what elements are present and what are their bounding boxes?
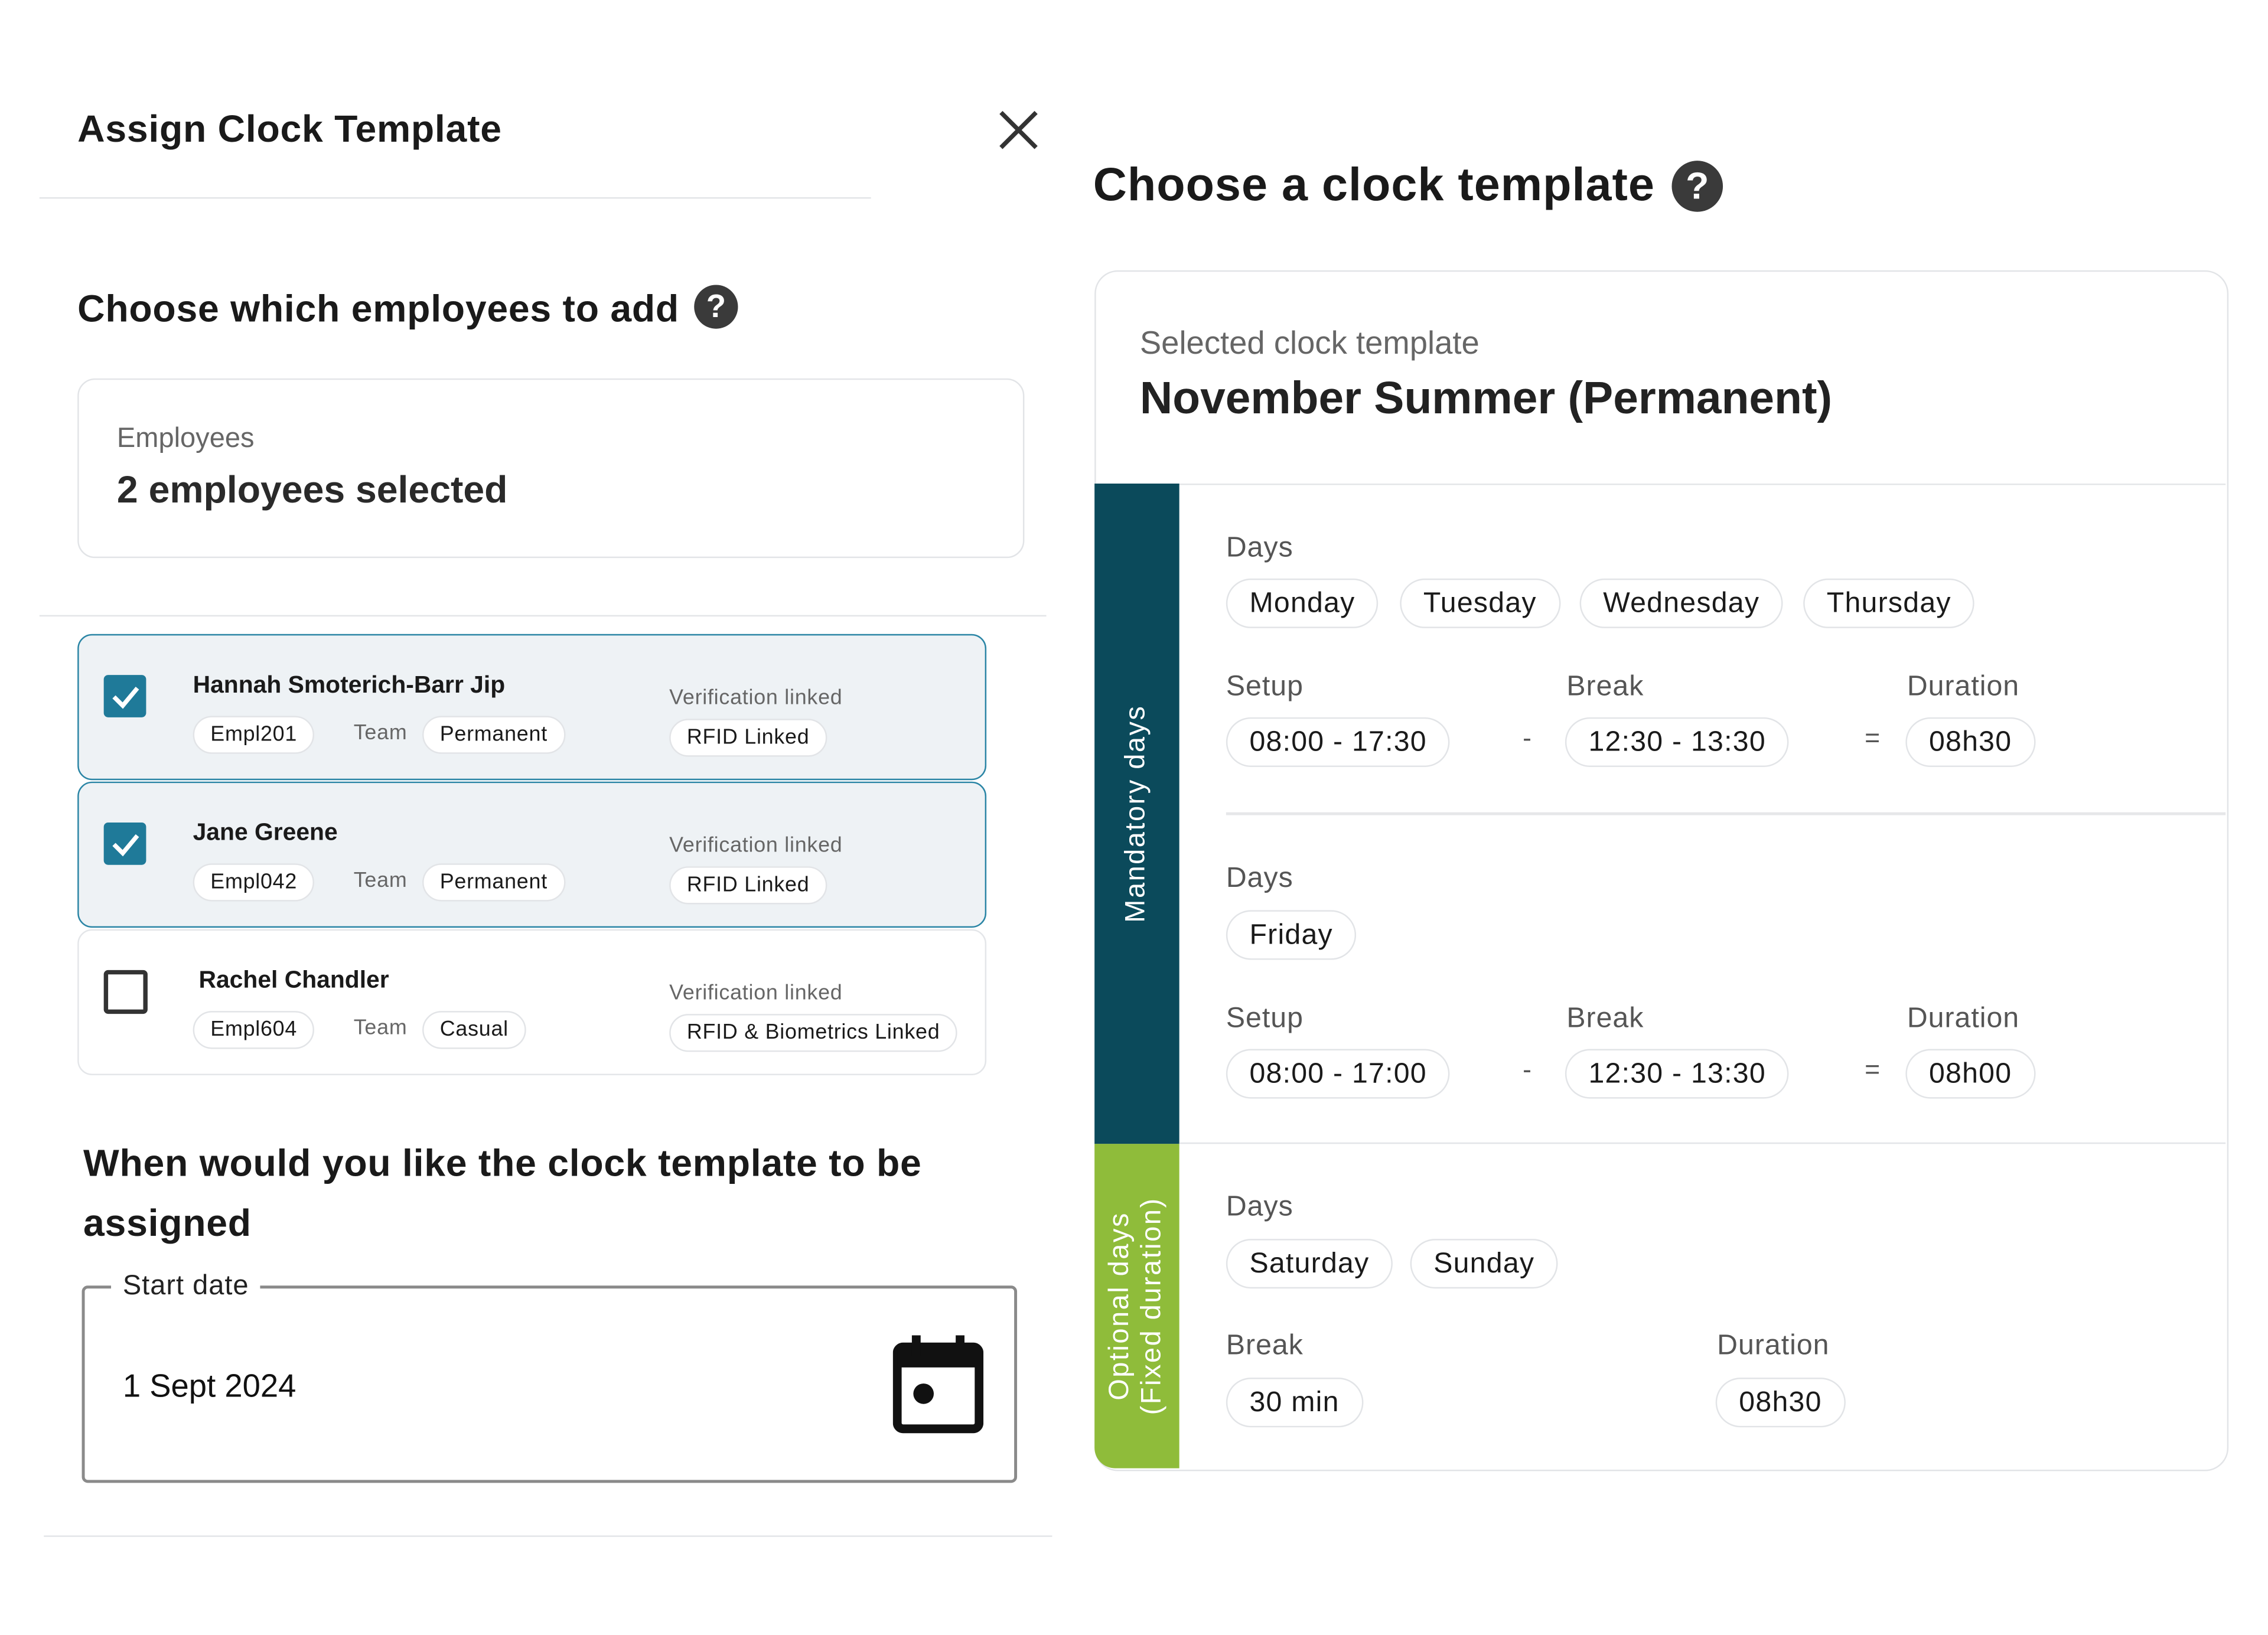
setup-label: Setup: [1226, 670, 1304, 703]
equals-sign: =: [1865, 1055, 1881, 1084]
employees-heading: Choose which employees to add: [77, 286, 679, 331]
employee-id-chip: Empl604: [193, 1011, 315, 1049]
divider: [39, 197, 871, 199]
employee-id-chip: Empl042: [193, 863, 315, 902]
employee-card[interactable]: Rachel Chandler Empl604 Team Casual Veri…: [77, 929, 987, 1076]
break-value: 12:30 - 13:30: [1565, 717, 1790, 767]
checkbox-checked[interactable]: [103, 675, 146, 717]
start-date-label: Start date: [111, 1271, 261, 1303]
employees-field-label: Employees: [116, 423, 255, 455]
team-chip: Casual: [422, 1011, 526, 1049]
start-date-value: 1 Sept 2024: [122, 1367, 296, 1404]
verification-label: Verification linked: [669, 686, 843, 710]
team-chip: Permanent: [422, 716, 565, 754]
duration-value: 08h00: [1905, 1049, 2035, 1099]
team-label: Team: [353, 869, 408, 893]
days-label: Days: [1226, 1190, 1293, 1223]
checkbox-checked[interactable]: [103, 822, 146, 865]
day-chip: Thursday: [1803, 578, 1975, 628]
equals-sign: =: [1865, 723, 1881, 753]
optional-label-line2: (Fixed duration): [1136, 1197, 1168, 1415]
days-label: Days: [1226, 861, 1293, 895]
optional-label-line1: Optional days: [1104, 1212, 1136, 1401]
selected-template-name: November Summer (Permanent): [1139, 372, 1833, 424]
assign-heading-line2: assigned: [83, 1200, 252, 1245]
day-chip: Wednesday: [1579, 578, 1783, 628]
break-value: 30 min: [1226, 1378, 1363, 1428]
team-label: Team: [353, 1017, 408, 1040]
divider: [1226, 812, 2226, 815]
assign-heading: When would you like the clock template t…: [83, 1141, 922, 1185]
verification-label: Verification linked: [669, 981, 843, 1006]
setup-value: 08:00 - 17:30: [1226, 717, 1451, 767]
break-label: Break: [1566, 670, 1644, 703]
optional-days-label: Optional days (Fixed duration): [1104, 1197, 1169, 1415]
question-mark-circle-icon[interactable]: ?: [694, 285, 738, 329]
dialog-title: Assign Clock Template: [77, 106, 502, 151]
team-chip: Permanent: [422, 863, 565, 902]
mandatory-days-band: Mandatory days: [1094, 483, 1179, 1144]
template-heading: Choose a clock template: [1093, 158, 1655, 211]
calendar-icon: [892, 1335, 984, 1434]
days-label: Days: [1226, 531, 1293, 564]
close-icon: [999, 110, 1038, 149]
day-chip: Friday: [1226, 910, 1357, 960]
employee-name: Jane Greene: [193, 820, 338, 846]
day-chip: Tuesday: [1400, 578, 1560, 628]
verification-chip: RFID & Biometrics Linked: [669, 1014, 958, 1052]
checkbox-unchecked[interactable]: [103, 970, 148, 1014]
break-label: Break: [1226, 1329, 1304, 1362]
duration-label: Duration: [1907, 1002, 2020, 1034]
employees-field[interactable]: Employees 2 employees selected: [77, 378, 1025, 559]
break-label: Break: [1566, 1002, 1644, 1034]
employee-card[interactable]: Jane Greene Empl042 Team Permanent Verif…: [77, 781, 987, 928]
divider: [44, 1535, 1052, 1537]
verification-label: Verification linked: [669, 834, 843, 858]
verification-chip: RFID Linked: [669, 719, 827, 757]
employee-name: Rachel Chandler: [198, 967, 389, 994]
mandatory-days-label: Mandatory days: [1120, 704, 1152, 923]
duration-label: Duration: [1907, 670, 2020, 703]
break-value: 12:30 - 13:30: [1565, 1049, 1790, 1099]
duration-label: Duration: [1717, 1329, 1830, 1362]
assign-clock-template-screen: Assign Clock Template Choose which emplo…: [0, 0, 2268, 1635]
setup-value: 08:00 - 17:00: [1226, 1049, 1451, 1099]
divider: [1096, 483, 2226, 485]
divider: [1179, 1142, 2226, 1144]
minus-sign: -: [1523, 1055, 1531, 1084]
minus-sign: -: [1523, 723, 1531, 753]
selected-template-label: Selected clock template: [1139, 324, 1480, 361]
team-label: Team: [353, 722, 408, 745]
day-chip: Monday: [1226, 578, 1379, 628]
setup-label: Setup: [1226, 1002, 1304, 1034]
verification-chip: RFID Linked: [669, 866, 827, 905]
employees-field-value: 2 employees selected: [116, 467, 508, 511]
employee-id-chip: Empl201: [193, 716, 315, 754]
duration-value: 08h30: [1905, 717, 2035, 767]
divider: [39, 615, 1047, 617]
employee-name: Hannah Smoterich-Barr Jip: [193, 672, 506, 699]
optional-days-band: Optional days (Fixed duration): [1094, 1144, 1179, 1468]
question-mark-circle-icon[interactable]: ?: [1671, 161, 1723, 212]
day-chip: Sunday: [1410, 1239, 1558, 1289]
duration-value: 08h30: [1715, 1378, 1846, 1428]
employee-card[interactable]: Hannah Smoterich-Barr Jip Empl201 Team P…: [77, 634, 987, 781]
close-button[interactable]: [996, 108, 1040, 159]
calendar-button[interactable]: [892, 1335, 984, 1442]
day-chip: Saturday: [1226, 1239, 1393, 1289]
start-date-field[interactable]: Start date 1 Sept 2024: [82, 1271, 1018, 1483]
